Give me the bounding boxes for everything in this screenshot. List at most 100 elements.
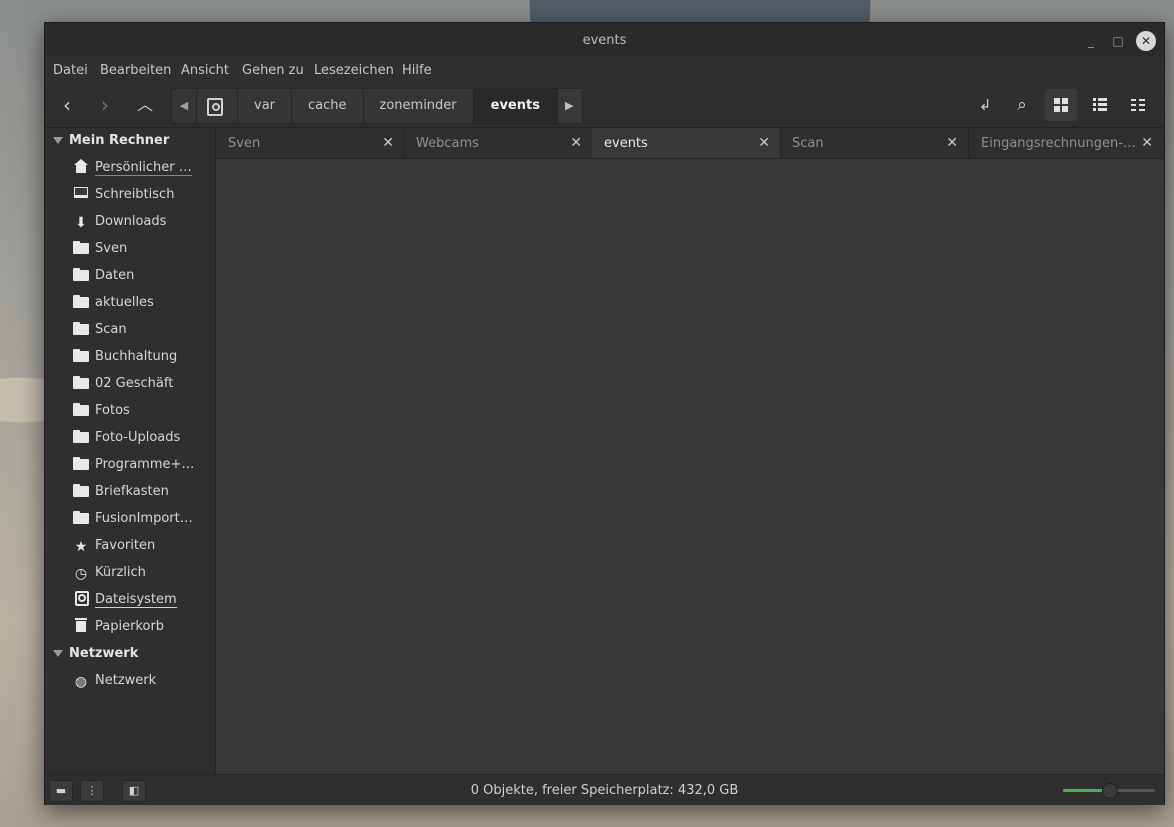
close-button[interactable]: ✕ xyxy=(1136,31,1156,51)
sidebar: Mein Rechner Persönlicher … Schreibtisch… xyxy=(45,128,216,774)
sidebar-item-favoriten[interactable]: ★ Favoriten xyxy=(73,534,213,558)
sidebar-item-label: Favoriten xyxy=(95,538,156,553)
tab-label: Webcams xyxy=(416,136,479,151)
sidebar-item-daten[interactable]: Daten xyxy=(73,264,213,288)
back-button[interactable]: ‹ xyxy=(53,91,81,119)
list-view-button[interactable] xyxy=(1084,89,1116,121)
folder-icon xyxy=(73,402,89,416)
sidebar-section-label: Mein Rechner xyxy=(69,133,170,148)
sidebar-item-papierkorb[interactable]: Papierkorb xyxy=(73,615,213,639)
sidebar-item-aktuelles[interactable]: aktuelles xyxy=(73,291,213,315)
icon-view-button[interactable] xyxy=(1045,89,1077,121)
breadcrumb-scroll-right[interactable]: ▶ xyxy=(557,89,582,123)
sidebar-section-label: Netzwerk xyxy=(69,646,139,661)
sidebar-item-label: FusionImport… xyxy=(95,511,193,526)
sidebar-item-home[interactable]: Persönlicher … xyxy=(73,156,213,180)
close-tab-icon[interactable]: ✕ xyxy=(382,135,394,151)
title-bar: events _ □ ✕ xyxy=(45,23,1164,57)
sidebar-item-label: Scan xyxy=(95,322,127,337)
compact-list-icon xyxy=(1131,99,1145,111)
sidebar-item-kuerzlich[interactable]: ◷ Kürzlich xyxy=(73,561,213,585)
window-title: events xyxy=(582,33,627,48)
menu-ansicht[interactable]: Ansicht xyxy=(181,63,229,78)
tab-bar: Sven ✕ Webcams ✕ events ✕ Scan ✕ Eingang… xyxy=(216,128,1164,159)
folder-icon xyxy=(73,375,89,389)
tab-webcams[interactable]: Webcams ✕ xyxy=(404,128,593,158)
up-button[interactable]: ︿ xyxy=(131,91,159,119)
sidebar-item-dateisystem[interactable]: Dateisystem xyxy=(73,588,213,612)
compact-view-button[interactable] xyxy=(1122,89,1154,121)
breadcrumb-events[interactable]: events xyxy=(473,89,558,123)
sidebar-item-desktop[interactable]: Schreibtisch xyxy=(73,183,213,207)
sidebar-item-netzwerk[interactable]: ◍ Netzwerk xyxy=(73,669,213,693)
star-icon: ★ xyxy=(74,539,88,555)
breadcrumb-root[interactable] xyxy=(197,89,238,123)
sidebar-item-programme[interactable]: Programme+… xyxy=(73,453,213,477)
tab-events[interactable]: events ✕ xyxy=(592,128,781,158)
tab-label: Eingangsrechnungen-… xyxy=(981,136,1136,151)
sidebar-item-label: Kürzlich xyxy=(95,565,146,580)
folder-icon xyxy=(73,240,89,254)
menu-hilfe[interactable]: Hilfe xyxy=(402,63,432,78)
sidebar-item-label: Dateisystem xyxy=(95,592,177,608)
sidebar-section-my-computer[interactable]: Mein Rechner xyxy=(53,131,169,151)
close-tab-icon[interactable]: ✕ xyxy=(758,135,770,151)
menu-bearbeiten[interactable]: Bearbeiten xyxy=(100,63,171,78)
folder-icon xyxy=(73,456,89,470)
breadcrumb-cache[interactable]: cache xyxy=(292,89,364,123)
home-icon xyxy=(73,159,89,173)
forward-button[interactable]: › xyxy=(91,91,119,119)
sidebar-item-label: aktuelles xyxy=(95,295,154,310)
toggle-location-entry-icon[interactable]: ↲ xyxy=(969,89,1001,121)
menu-gehen-zu[interactable]: Gehen zu xyxy=(242,63,304,78)
menu-lesezeichen[interactable]: Lesezeichen xyxy=(314,63,394,78)
expander-icon xyxy=(53,137,63,144)
file-view[interactable] xyxy=(216,159,1164,774)
close-tab-icon[interactable]: ✕ xyxy=(570,135,582,151)
sidebar-item-sven[interactable]: Sven xyxy=(73,237,213,261)
status-text: 0 Objekte, freier Speicherplatz: 432,0 G… xyxy=(470,783,739,798)
sidebar-item-label: Programme+… xyxy=(95,457,195,472)
menu-datei[interactable]: Datei xyxy=(53,63,88,78)
maximize-button[interactable]: □ xyxy=(1108,31,1128,51)
sidebar-item-scan[interactable]: Scan xyxy=(73,318,213,342)
sidebar-item-briefkasten[interactable]: Briefkasten xyxy=(73,480,213,504)
sidebar-item-label: Papierkorb xyxy=(95,619,165,634)
zoom-slider-handle[interactable] xyxy=(1102,783,1118,799)
globe-icon: ◍ xyxy=(74,674,88,690)
tab-sven[interactable]: Sven ✕ xyxy=(216,128,405,158)
folder-icon xyxy=(73,483,89,497)
breadcrumb-var[interactable]: var xyxy=(238,89,293,123)
sidebar-item-buchhaltung[interactable]: Buchhaltung xyxy=(73,345,213,369)
folder-icon xyxy=(73,429,89,443)
sidebar-item-foto-uploads[interactable]: Foto-Uploads xyxy=(73,426,213,450)
sidebar-item-label: Sven xyxy=(95,241,128,256)
sidebar-item-downloads[interactable]: ⬇ Downloads xyxy=(73,210,213,234)
drive-icon xyxy=(207,98,223,116)
sidebar-item-label: Fotos xyxy=(95,403,130,418)
sidebar-section-network[interactable]: Netzwerk xyxy=(53,644,138,664)
sidebar-item-fusionimport[interactable]: FusionImport… xyxy=(73,507,213,531)
tab-label: events xyxy=(604,136,648,151)
file-manager-window: events _ □ ✕ Datei Bearbeiten Ansicht Ge… xyxy=(44,22,1165,805)
sidebar-item-geschaeft[interactable]: 02 Geschäft xyxy=(73,372,213,396)
search-icon[interactable]: ⌕ xyxy=(1006,89,1038,121)
tab-scan[interactable]: Scan ✕ xyxy=(780,128,969,158)
minimize-button[interactable]: _ xyxy=(1081,31,1101,51)
sidebar-item-label: Downloads xyxy=(95,214,167,229)
sidebar-item-label: Persönlicher … xyxy=(95,160,192,176)
clock-icon: ◷ xyxy=(74,566,88,582)
folder-icon xyxy=(73,321,89,335)
sidebar-item-label: Daten xyxy=(95,268,135,283)
sidebar-item-label: Buchhaltung xyxy=(95,349,178,364)
zoom-slider[interactable] xyxy=(1063,783,1155,799)
desktop-icon xyxy=(73,186,89,200)
breadcrumb-zoneminder[interactable]: zoneminder xyxy=(364,89,474,123)
sidebar-item-fotos[interactable]: Fotos xyxy=(73,399,213,423)
sidebar-item-label: Foto-Uploads xyxy=(95,430,181,445)
close-tab-icon[interactable]: ✕ xyxy=(946,135,958,151)
close-tab-icon[interactable]: ✕ xyxy=(1141,135,1153,151)
sidebar-item-label: Briefkasten xyxy=(95,484,169,499)
breadcrumb-scroll-left[interactable]: ◀ xyxy=(172,89,197,123)
tab-eingangsrechnungen[interactable]: Eingangsrechnungen-… ✕ xyxy=(969,128,1163,158)
